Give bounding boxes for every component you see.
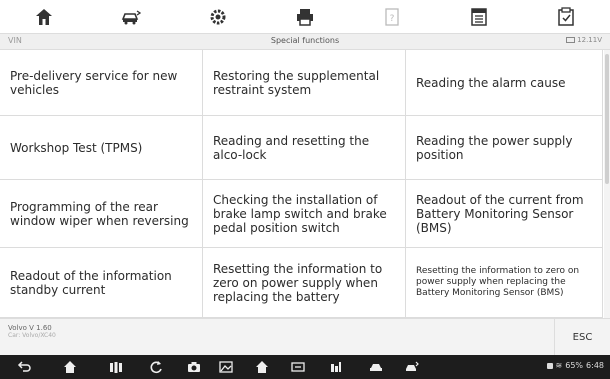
save-button[interactable]	[523, 0, 610, 33]
vehicle-info: Volvo V 1.60 Car: Volvo/XC40	[8, 324, 56, 340]
vehicle-icon	[331, 362, 341, 372]
vehicle-menu-button[interactable]	[328, 359, 344, 375]
function-tile[interactable]: Workshop Test (TPMS)	[0, 116, 203, 180]
gallery-icon	[219, 361, 233, 373]
vehicle-sub: Car: Volvo/XC40	[8, 332, 56, 339]
function-tile[interactable]: Reading the power supply position	[406, 116, 603, 180]
footer-bar: Volvo V 1.60 Car: Volvo/XC40 ESC	[0, 318, 610, 356]
camera-icon	[188, 362, 200, 372]
function-tile[interactable]: Readout of the information standby curre…	[0, 248, 203, 318]
car-swap-icon	[406, 361, 419, 371]
settings-icon	[210, 9, 226, 24]
vehicle-swap-button[interactable]	[87, 0, 174, 33]
function-grid: Pre-delivery service for new vehicles Re…	[0, 50, 603, 318]
refresh-button[interactable]	[148, 359, 164, 375]
settings-button[interactable]	[174, 0, 261, 33]
function-tile[interactable]: Resetting the information to zero on pow…	[203, 248, 406, 318]
print-button[interactable]	[261, 0, 348, 33]
home-icon	[35, 8, 52, 25]
back-icon	[17, 361, 31, 372]
refresh-icon	[150, 361, 162, 374]
car-button[interactable]	[368, 359, 384, 375]
voltage-value: 12.11V	[577, 36, 602, 44]
time-label: 6:48	[586, 361, 604, 370]
function-tile[interactable]: Restoring the supplemental restraint sys…	[203, 50, 406, 116]
vci-button[interactable]	[290, 359, 306, 375]
data-log-button[interactable]	[436, 0, 523, 33]
esc-button[interactable]: ESC	[554, 319, 610, 356]
vehicle-swap-icon	[121, 9, 141, 24]
vci-icon	[291, 362, 305, 372]
diag-home-button[interactable]	[254, 359, 270, 375]
home-icon	[256, 361, 268, 373]
battery-icon	[566, 37, 576, 43]
function-tile[interactable]: Pre-delivery service for new vehicles	[0, 50, 203, 116]
recent-apps-button[interactable]	[108, 359, 124, 375]
scrollbar[interactable]	[604, 50, 610, 318]
function-tile[interactable]: Programming of the rear window wiper whe…	[0, 180, 203, 248]
gallery-button[interactable]	[218, 359, 234, 375]
page-title: Special functions	[270, 36, 340, 45]
save-icon	[558, 6, 575, 26]
recent-apps-icon	[110, 362, 122, 373]
home-button[interactable]	[0, 0, 87, 33]
help-icon: ?	[385, 7, 399, 26]
print-icon	[296, 8, 313, 26]
voltage-indicator: 12.11V	[566, 36, 602, 44]
home-nav-button[interactable]	[62, 359, 78, 375]
function-tile[interactable]: Checking the installation of brake lamp …	[203, 180, 406, 248]
back-button[interactable]	[16, 359, 32, 375]
battery-percent: 65%	[565, 361, 584, 370]
svg-text:?: ?	[390, 14, 395, 24]
wifi-icon: ≋	[555, 361, 563, 370]
function-tile[interactable]: Reading and resetting the alco-lock	[203, 116, 406, 180]
car-icon	[370, 364, 382, 371]
vehicle-name: Volvo V 1.60	[8, 324, 52, 332]
function-tile[interactable]: Readout of the current from Battery Moni…	[406, 180, 603, 248]
scrollbar-thumb[interactable]	[605, 54, 609, 184]
title-bar: VIN Special functions 12.11V	[0, 33, 610, 50]
home-nav-icon	[64, 361, 76, 373]
function-tile[interactable]: Reading the alarm cause	[406, 50, 603, 116]
status-area: ≋ 65% 6:48	[546, 361, 604, 370]
system-nav-bar: ≋ 65% 6:48	[0, 355, 610, 379]
car-swap-button[interactable]	[404, 359, 420, 375]
top-toolbar: ?	[0, 0, 610, 33]
function-tile[interactable]: Resetting the information to zero on pow…	[406, 248, 603, 318]
data-log-icon	[471, 7, 488, 26]
help-button[interactable]: ?	[349, 0, 436, 33]
notification-icon	[546, 362, 553, 369]
screenshot-button[interactable]	[186, 359, 202, 375]
